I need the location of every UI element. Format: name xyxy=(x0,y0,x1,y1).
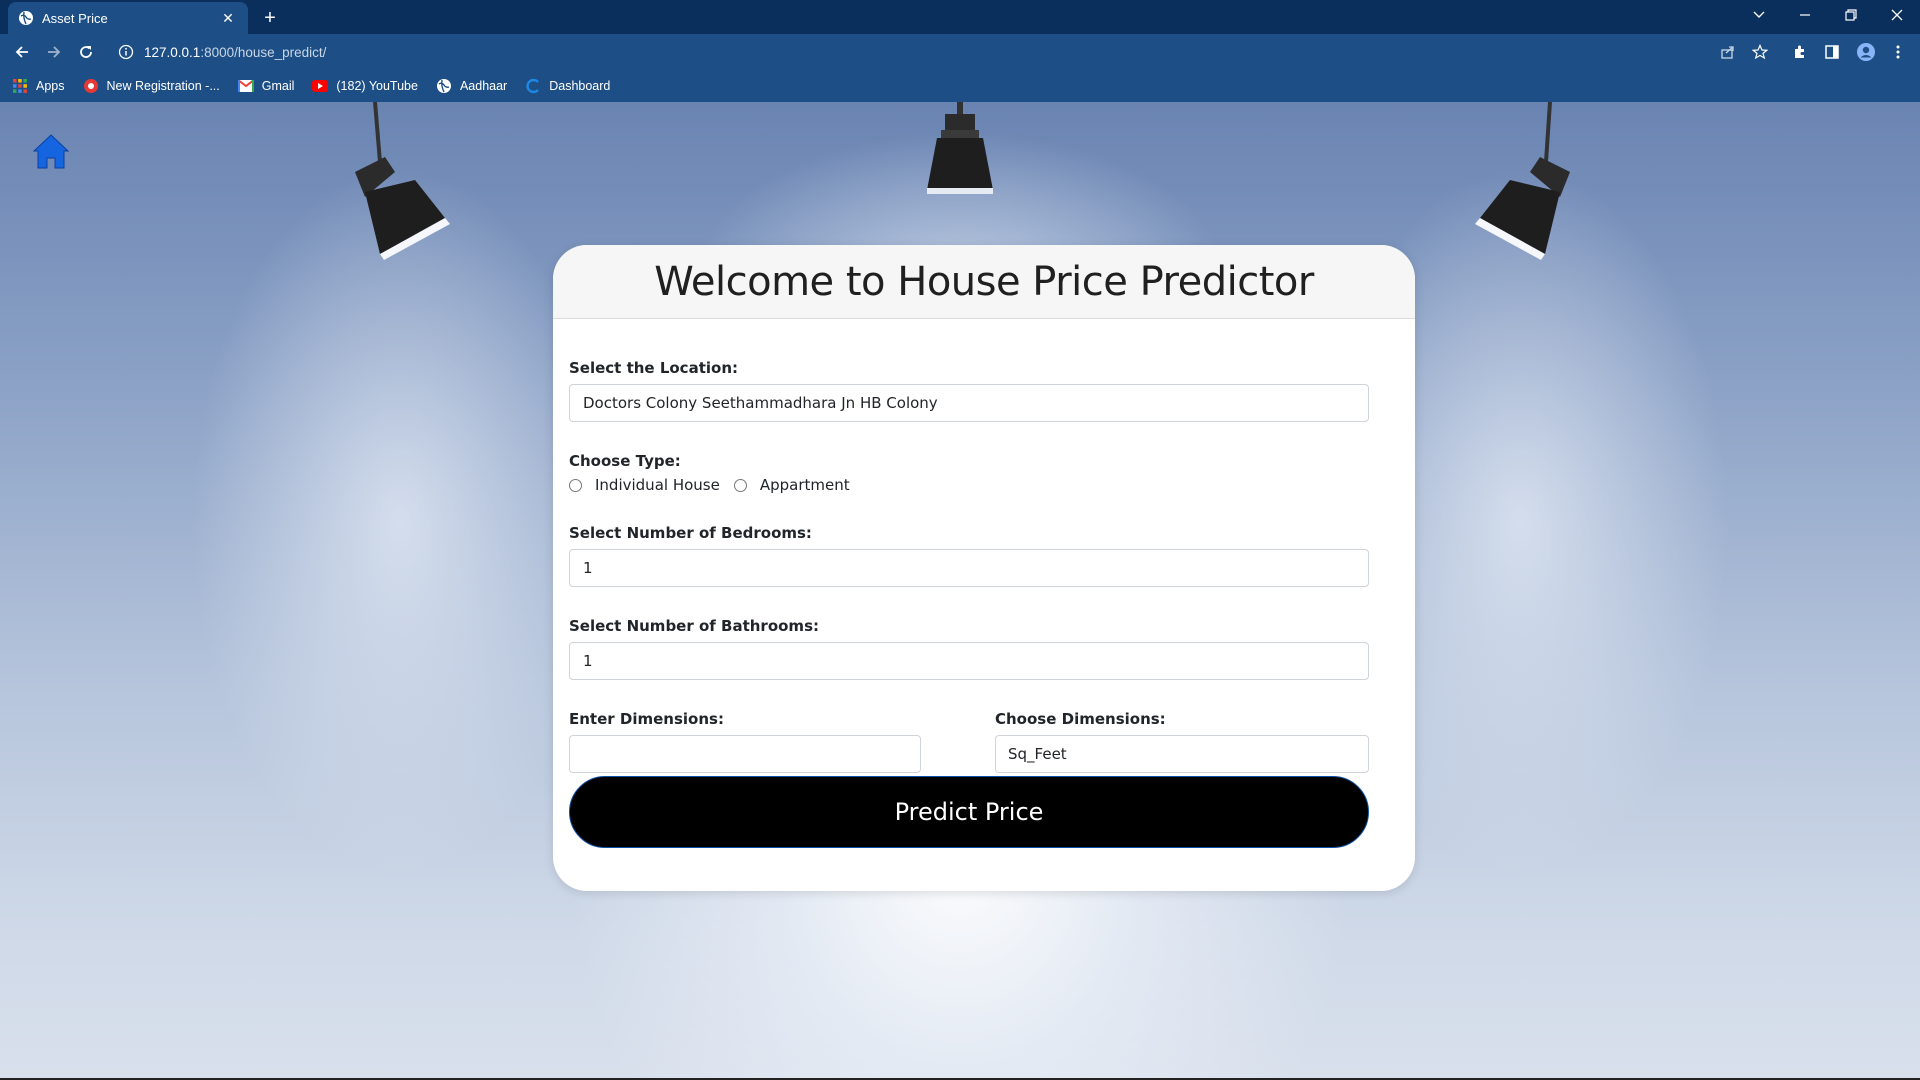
dimension-unit-column: Choose Dimensions: Sq_Feet xyxy=(995,710,1369,773)
globe-icon xyxy=(18,10,34,26)
aadhaar-icon xyxy=(436,78,452,94)
share-icon[interactable] xyxy=(1716,40,1740,64)
address-bar[interactable]: 127.0.0.1:8000/house_predict/ xyxy=(108,38,1748,66)
spotlight-right-icon xyxy=(1475,102,1570,260)
profile-avatar-icon[interactable] xyxy=(1854,40,1878,64)
bookmark-label: Aadhaar xyxy=(459,79,508,93)
home-icon[interactable] xyxy=(32,132,70,172)
site-info-icon[interactable] xyxy=(118,44,134,60)
individual-house-label: Individual House xyxy=(595,476,720,494)
bookmark-youtube[interactable]: (182) YouTube xyxy=(312,78,418,94)
type-label: Choose Type: xyxy=(569,452,681,470)
prediction-form: Select the Location: Doctors Colony Seet… xyxy=(569,359,1369,773)
bathrooms-label: Select Number of Bathrooms: xyxy=(569,617,819,635)
predict-price-button[interactable]: Predict Price xyxy=(569,776,1369,848)
spotlight-center-icon xyxy=(927,102,993,194)
dimensions-input[interactable] xyxy=(569,735,921,773)
dimension-unit-label: Choose Dimensions: xyxy=(995,710,1166,728)
appartment-radio[interactable] xyxy=(733,478,747,492)
bedrooms-select[interactable]: 1 xyxy=(569,549,1369,587)
tab-title: Asset Price xyxy=(42,10,108,26)
bookmark-label: (182) YouTube xyxy=(336,79,418,93)
gmail-icon xyxy=(237,78,254,94)
card-header: Welcome to House Price Predictor xyxy=(553,245,1415,319)
dimension-unit-select[interactable]: Sq_Feet xyxy=(995,735,1369,773)
minimize-icon[interactable] xyxy=(1782,0,1828,30)
location-label: Select the Location: xyxy=(569,359,738,377)
registration-icon xyxy=(83,78,99,94)
bookmark-label: Gmail xyxy=(261,79,295,93)
youtube-icon xyxy=(312,78,329,94)
bookmark-apps[interactable]: Apps xyxy=(12,78,65,94)
new-tab-button[interactable]: + xyxy=(258,6,282,30)
bedrooms-label: Select Number of Bedrooms: xyxy=(569,524,812,542)
predictor-card: Welcome to House Price Predictor Select … xyxy=(553,245,1415,891)
back-arrow-icon[interactable] xyxy=(8,38,36,66)
dimensions-label: Enter Dimensions: xyxy=(569,710,724,728)
location-select[interactable]: Doctors Colony Seethammadhara Jn HB Colo… xyxy=(569,384,1369,422)
url-host: 127.0.0.1 xyxy=(144,44,201,60)
restore-icon[interactable] xyxy=(1828,0,1874,30)
tab-search-icon[interactable] xyxy=(1736,0,1782,30)
bookmark-gmail[interactable]: Gmail xyxy=(237,78,295,94)
dashboard-icon xyxy=(525,78,541,94)
bookmark-label: New Registration -... xyxy=(106,79,220,93)
dimensions-column: Enter Dimensions: xyxy=(569,710,921,773)
browser-tab[interactable]: Asset Price ✕ xyxy=(8,2,248,34)
bathrooms-select[interactable]: 1 xyxy=(569,642,1369,680)
bookmark-label: Apps xyxy=(36,79,65,93)
browser-toolbar: 127.0.0.1:8000/house_predict/ xyxy=(0,34,1920,70)
side-panel-icon[interactable] xyxy=(1820,40,1844,64)
menu-kebab-icon[interactable] xyxy=(1886,40,1910,64)
bookmark-star-icon[interactable] xyxy=(1748,40,1772,64)
bookmarks-bar: Apps New Registration -... Gmail (182) Y… xyxy=(0,70,1920,102)
url-path: :8000/house_predict/ xyxy=(200,44,327,60)
individual-house-radio[interactable] xyxy=(569,478,582,492)
type-radio-group: Individual House Appartment xyxy=(569,476,1369,494)
tab-strip: Asset Price ✕ + xyxy=(0,0,1920,34)
reload-icon[interactable] xyxy=(72,38,100,66)
page-title: Welcome to House Price Predictor xyxy=(654,258,1314,305)
dimensions-row: Enter Dimensions: Choose Dimensions: Sq_… xyxy=(569,710,1369,773)
extensions-icon[interactable] xyxy=(1788,40,1812,64)
page-content: Welcome to House Price Predictor Select … xyxy=(0,102,1920,1078)
bookmark-aadhaar[interactable]: Aadhaar xyxy=(436,78,507,94)
appartment-label: Appartment xyxy=(759,476,850,494)
bookmark-new-registration[interactable]: New Registration -... xyxy=(83,78,220,94)
forward-arrow-icon[interactable] xyxy=(40,38,68,66)
bookmark-dashboard[interactable]: Dashboard xyxy=(525,78,610,94)
tab-close-icon[interactable]: ✕ xyxy=(218,8,238,28)
close-window-icon[interactable] xyxy=(1874,0,1920,30)
apps-grid-icon xyxy=(12,78,28,94)
spotlight-left-icon xyxy=(355,102,450,260)
bookmark-label: Dashboard xyxy=(549,79,611,93)
